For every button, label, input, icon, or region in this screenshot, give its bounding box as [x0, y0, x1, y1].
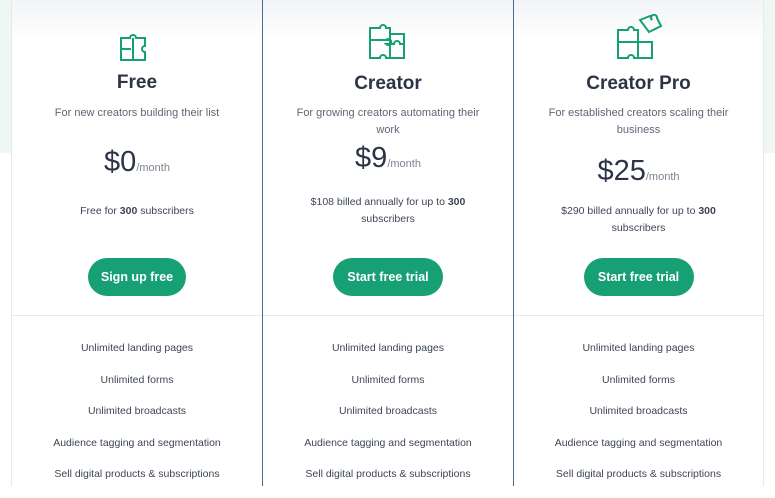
billing-text-end: subscribers [137, 205, 194, 217]
plan-price: $25/month [514, 155, 763, 188]
price-period: /month [387, 158, 421, 170]
plan-card-creator: Creator For growing creators automating … [262, 0, 513, 486]
plan-price: $0/month [12, 146, 262, 179]
billing-note: $290 billed annually for up to 300 subsc… [544, 203, 733, 237]
plan-description: For growing creators automating their wo… [296, 107, 480, 136]
plan-description: For new creators building their list [54, 107, 220, 119]
feature-list: Unlimited landing pages Unlimited forms … [514, 340, 763, 498]
billing-text: $290 billed annually for up to [561, 205, 699, 217]
feature-item: Unlimited landing pages [80, 342, 194, 354]
feature-item: Audience tagging and segmentation [53, 436, 221, 449]
feature-item: Sell digital products & subscriptions [54, 468, 220, 480]
price-period: /month [136, 162, 170, 174]
billing-note: Free for 300 subscribers [42, 203, 232, 220]
billing-subscribers: 300 [119, 205, 138, 217]
feature-item: Unlimited forms [351, 373, 425, 386]
feature-list: Unlimited landing pages Unlimited forms … [263, 340, 513, 498]
puzzle-piece-icon [12, 30, 262, 64]
pricing-table: Free For new creators building their lis… [11, 0, 765, 486]
divider [263, 315, 513, 316]
price-period: /month [645, 171, 680, 183]
billing-subscribers: 300 [698, 205, 716, 217]
feature-item: Sell digital products & subscriptions [555, 468, 722, 480]
feature-item: Audience tagging and segmentation [554, 436, 723, 449]
price-amount: $9 [355, 142, 388, 174]
billing-text-end: subscribers [611, 222, 666, 234]
plan-price: $9/month [263, 142, 513, 175]
plan-card-creator-pro: Creator Pro For established creators sca… [513, 0, 764, 486]
billing-note: $108 billed annually for up to 300 subsc… [293, 194, 483, 228]
price-amount: $25 [597, 155, 646, 187]
plan-name: Free [116, 72, 158, 93]
sign-up-free-button[interactable]: Sign up free [88, 258, 186, 296]
feature-item: Unlimited broadcasts [87, 405, 187, 417]
billing-subscribers: 300 [447, 196, 466, 208]
feature-list: Unlimited landing pages Unlimited forms … [12, 340, 262, 498]
puzzle-stack-icon [514, 14, 763, 62]
billing-text-end: subscribers [361, 213, 415, 225]
feature-item: Unlimited broadcasts [589, 405, 688, 417]
billing-text: $108 billed annually for up to [310, 196, 448, 208]
plan-description: For established creators scaling their b… [548, 107, 729, 136]
feature-item: Audience tagging and segmentation [304, 436, 472, 449]
feature-item: Unlimited landing pages [582, 342, 695, 354]
plan-name: Creator Pro [586, 73, 691, 94]
billing-text: Free for [80, 205, 120, 217]
divider [12, 315, 262, 316]
feature-item: Unlimited landing pages [331, 342, 445, 354]
start-free-trial-button[interactable]: Start free trial [333, 258, 443, 296]
feature-item: Sell digital products & subscriptions [305, 468, 471, 480]
price-amount: $0 [104, 146, 137, 178]
plan-name: Creator [354, 73, 422, 94]
feature-item: Unlimited forms [100, 373, 174, 386]
feature-item: Unlimited forms [602, 373, 675, 386]
plan-card-free: Free For new creators building their lis… [11, 0, 262, 486]
puzzle-pieces-icon [263, 24, 513, 62]
start-free-trial-button[interactable]: Start free trial [583, 258, 694, 296]
feature-item: Unlimited broadcasts [338, 405, 438, 417]
divider [514, 315, 763, 316]
